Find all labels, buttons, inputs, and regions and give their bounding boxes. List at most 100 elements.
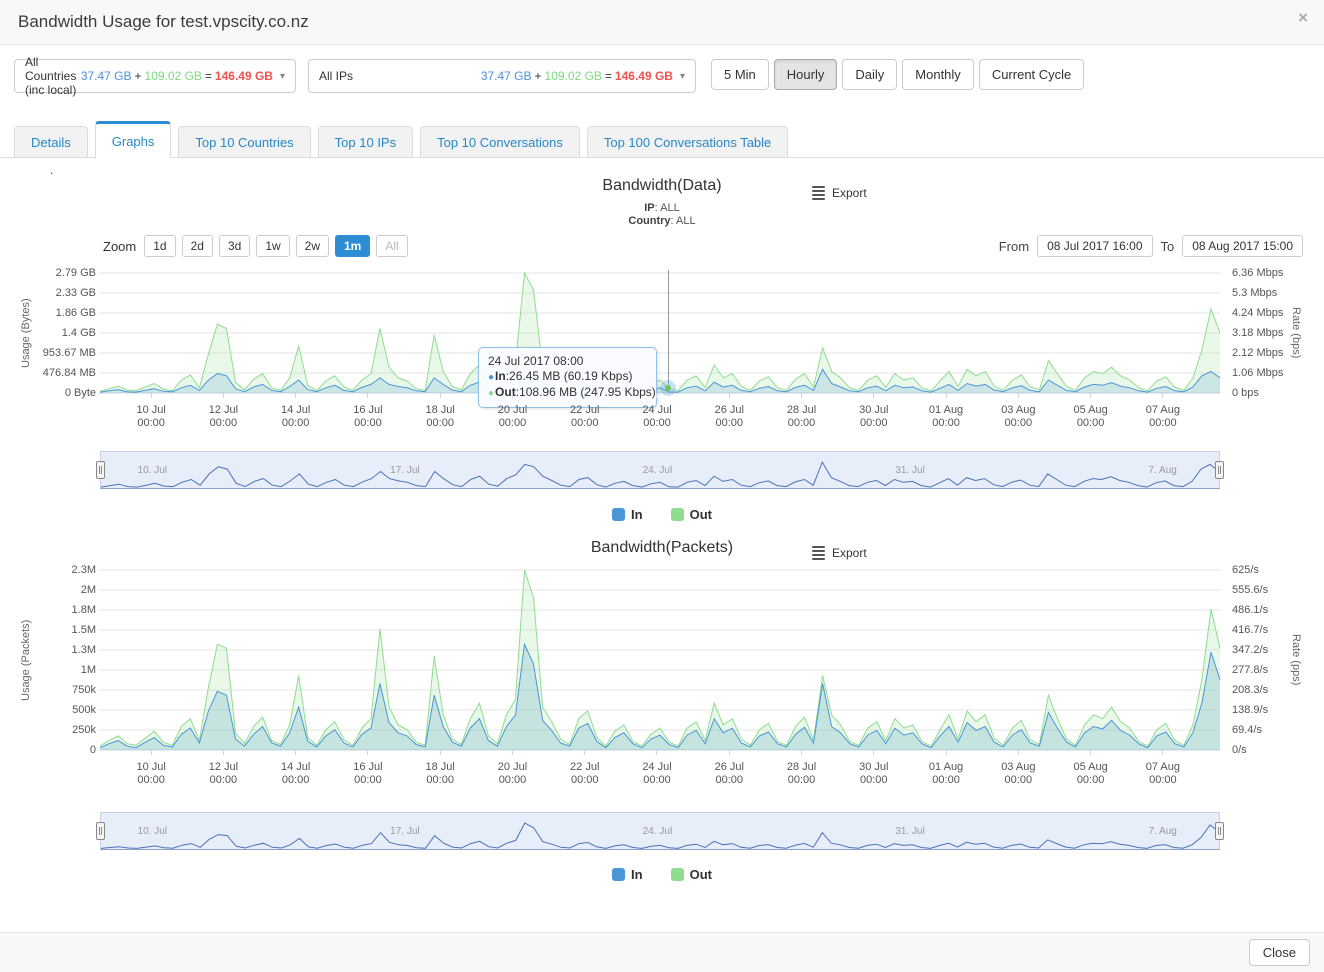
xaxis-tick-label: 22 Jul00:00 — [549, 393, 621, 430]
chart2-export-label: Export — [832, 546, 867, 560]
dialog-header: Bandwidth Usage for test.vpscity.co.nz × — [0, 0, 1324, 45]
yaxis-tick-label: 1.4 GB — [62, 327, 96, 339]
chart2-export-button[interactable]: Export — [812, 544, 867, 562]
zoom-3d-button[interactable]: 3d — [219, 235, 250, 257]
xaxis-tick-label: 16 Jul00:00 — [332, 750, 404, 787]
yaxis-tick-label: 250k — [72, 724, 96, 736]
tab-bar: Details Graphs Top 10 Countries Top 10 I… — [0, 121, 1324, 158]
yaxis-tick-label: 5.3 Mbps — [1232, 287, 1277, 299]
chart1-navigator[interactable]: 10. Jul17. Jul24. Jul31. Jul7. Aug — [100, 451, 1220, 489]
legend-item-out[interactable]: Out — [671, 507, 712, 522]
period-button-daily[interactable]: Daily — [842, 59, 897, 90]
yaxis-tick-label: 0 bps — [1232, 387, 1259, 399]
xaxis-tick-label: 05 Aug00:00 — [1054, 750, 1126, 787]
yaxis-tick-label: 3.18 Mbps — [1232, 327, 1283, 339]
dialog-footer: Close — [0, 932, 1324, 972]
ips-in-value: 37.47 GB — [481, 69, 532, 83]
tab-top-10-countries[interactable]: Top 10 Countries — [178, 126, 310, 157]
to-label: To — [1161, 239, 1175, 254]
chart1-export-button[interactable]: Export — [812, 184, 867, 202]
chart1-plot-area[interactable] — [100, 273, 1220, 393]
tab-top-100-conversations-table[interactable]: Top 100 Conversations Table — [587, 126, 788, 157]
tooltip-header: 24 Jul 2017 08:00 — [488, 354, 647, 369]
zoom-all-button[interactable]: All — [376, 235, 407, 257]
xaxis-tick-label: 14 Jul00:00 — [260, 393, 332, 430]
countries-total-value: 146.49 GB — [215, 69, 273, 83]
out-swatch-icon — [671, 868, 684, 881]
period-button-current-cycle[interactable]: Current Cycle — [979, 59, 1084, 90]
xaxis-tick-label: 24 Jul00:00 — [621, 393, 693, 430]
period-button-5min[interactable]: 5 Min — [711, 59, 769, 90]
tab-details[interactable]: Details — [14, 126, 88, 157]
yaxis-tick-label: 1.5M — [72, 624, 96, 636]
from-label: From — [999, 239, 1029, 254]
xaxis-tick-label: 28 Jul00:00 — [765, 393, 837, 430]
xaxis-tick-label: 18 Jul00:00 — [404, 750, 476, 787]
filter-bar: All Countries (inc local) 37.47 GB+ 109.… — [0, 45, 1324, 121]
chart1-xaxis-labels: 10 Jul00:0012 Jul00:0014 Jul00:0016 Jul0… — [115, 393, 1199, 430]
navigator-right-handle[interactable] — [1215, 822, 1224, 840]
period-button-monthly[interactable]: Monthly — [902, 59, 974, 90]
yaxis-tick-label: 1.06 Mbps — [1232, 367, 1283, 379]
bandwidth-usage-dialog: Bandwidth Usage for test.vpscity.co.nz ×… — [0, 0, 1324, 970]
chart1-yaxis-right-ticks: 6.36 Mbps5.3 Mbps4.24 Mbps3.18 Mbps2.12 … — [1232, 267, 1283, 399]
chart1-subtitle-ip: IP: ALL — [0, 202, 1324, 214]
yaxis-tick-label: 4.24 Mbps — [1232, 307, 1283, 319]
legend-item-in[interactable]: In — [612, 867, 643, 882]
navigator-right-handle[interactable] — [1215, 461, 1224, 479]
legend-item-in[interactable]: In — [612, 507, 643, 522]
graphs-panel: . Bandwidth(Data) Export IP: ALL Country… — [0, 158, 1324, 932]
chart2-title: Bandwidth(Packets) — [0, 539, 1324, 557]
plus-sign: + — [135, 69, 142, 83]
chart2-yaxis-right-title: Rate (pps) — [1290, 570, 1302, 750]
yaxis-tick-label: 277.8/s — [1232, 664, 1268, 676]
legend-item-out[interactable]: Out — [671, 867, 712, 882]
caret-down-icon: ▾ — [280, 71, 285, 82]
countries-usage-summary: 37.47 GB+ 109.02 GB= 146.49 GB — [81, 69, 273, 83]
yaxis-tick-label: 416.7/s — [1232, 624, 1268, 636]
tab-top-10-ips[interactable]: Top 10 IPs — [318, 126, 413, 157]
ips-filter-dropdown[interactable]: All IPs 37.47 GB+ 109.02 GB= 146.49 GB ▾ — [308, 59, 696, 93]
yaxis-tick-label: 0/s — [1232, 744, 1247, 756]
yaxis-tick-label: 486.1/s — [1232, 604, 1268, 616]
zoom-1w-button[interactable]: 1w — [256, 235, 289, 257]
xaxis-tick-label: 24 Jul00:00 — [621, 750, 693, 787]
xaxis-tick-label: 28 Jul00:00 — [765, 750, 837, 787]
countries-filter-dropdown[interactable]: All Countries (inc local) 37.47 GB+ 109.… — [14, 59, 296, 93]
chart1-range-controls: From 08 Jul 2017 16:00 To 08 Aug 2017 15… — [999, 235, 1303, 257]
tab-top-10-conversations[interactable]: Top 10 Conversations — [420, 126, 580, 157]
navigator-left-handle[interactable] — [96, 822, 105, 840]
countries-out-value: 109.02 GB — [145, 69, 202, 83]
yaxis-tick-label: 500k — [72, 704, 96, 716]
period-button-hourly[interactable]: Hourly — [774, 59, 838, 90]
xaxis-tick-label: 12 Jul00:00 — [187, 393, 259, 430]
yaxis-tick-label: 208.3/s — [1232, 684, 1268, 696]
xaxis-tick-label: 10 Jul00:00 — [115, 750, 187, 787]
xaxis-tick-label: 20 Jul00:00 — [476, 393, 548, 430]
chart1-yaxis-left-ticks: 2.79 GB2.33 GB1.86 GB1.4 GB953.67 MB476.… — [0, 267, 96, 399]
tooltip-in-row: ●In:26.45 MB (60.19 Kbps) — [488, 369, 647, 385]
tab-graphs[interactable]: Graphs — [95, 121, 172, 158]
chart1-title: Bandwidth(Data) — [0, 177, 1324, 195]
to-date-input[interactable]: 08 Aug 2017 15:00 — [1182, 235, 1303, 257]
chart2-navigator[interactable]: 10. Jul17. Jul24. Jul31. Jul7. Aug — [100, 812, 1220, 850]
close-button[interactable]: Close — [1249, 939, 1310, 966]
chart2-plot-area[interactable] — [100, 570, 1220, 750]
close-icon[interactable]: × — [1298, 9, 1308, 26]
yaxis-tick-label: 138.9/s — [1232, 704, 1268, 716]
xaxis-tick-label: 14 Jul00:00 — [260, 750, 332, 787]
zoom-label: Zoom — [103, 239, 136, 254]
ips-total-value: 146.49 GB — [615, 69, 673, 83]
yaxis-tick-label: 2.12 Mbps — [1232, 347, 1283, 359]
zoom-2d-button[interactable]: 2d — [182, 235, 213, 257]
zoom-1m-button[interactable]: 1m — [335, 235, 370, 257]
yaxis-tick-label: 0 Byte — [65, 387, 96, 399]
xaxis-tick-label: 03 Aug00:00 — [982, 393, 1054, 430]
zoom-1d-button[interactable]: 1d — [144, 235, 175, 257]
chart1-zoom-controls: Zoom 1d 2d 3d 1w 2w 1m All — [103, 235, 408, 257]
from-date-input[interactable]: 08 Jul 2017 16:00 — [1037, 235, 1152, 257]
chart2-yaxis-right-ticks: 625/s555.6/s486.1/s416.7/s347.2/s277.8/s… — [1232, 564, 1268, 756]
zoom-2w-button[interactable]: 2w — [296, 235, 329, 257]
navigator-left-handle[interactable] — [96, 461, 105, 479]
period-button-group: 5 Min Hourly Daily Monthly Current Cycle — [711, 59, 1084, 90]
